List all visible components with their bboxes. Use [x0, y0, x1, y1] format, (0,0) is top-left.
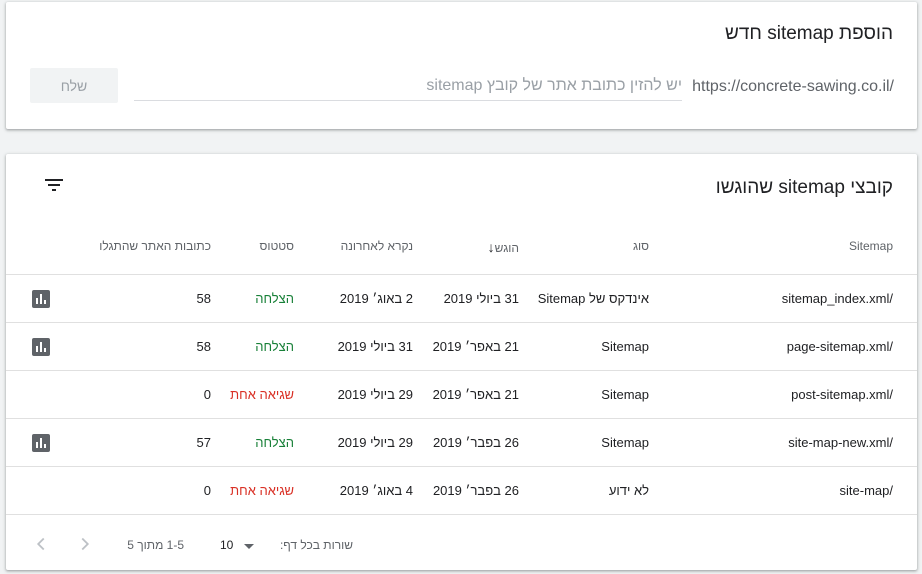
cell-sitemap: /page-sitemap.xml: [786, 339, 893, 354]
cell-sitemap: /sitemap_index.xml: [781, 291, 893, 306]
cell-sitemap: /site-map-new.xml: [788, 435, 893, 450]
submitted-sitemaps-card: קובצי sitemap שהוגשו Sitemap סוג הוגש↓ נ…: [6, 154, 917, 570]
cell-status: הצלחה: [255, 291, 294, 306]
cell-sitemap: /post-sitemap.xml: [791, 387, 893, 402]
cell-last-read: 29 ביולי 2019: [337, 435, 413, 450]
cell-status: שגיאה אחת: [230, 387, 294, 402]
cell-sitemap: /site-map: [839, 483, 893, 498]
cell-type: Sitemap: [601, 339, 649, 354]
filter-icon[interactable]: [42, 173, 66, 197]
rows-per-page-value: 10: [220, 538, 234, 552]
cell-discovered-urls: 58: [196, 291, 211, 306]
add-sitemap-card: הוספת sitemap חדש https://concrete-sawin…: [6, 2, 917, 129]
column-header-submitted-label: הוגש: [494, 241, 519, 255]
add-sitemap-title: הוספת sitemap חדש: [725, 23, 893, 44]
table-row[interactable]: /sitemap_index.xml אינדקס של Sitemap 31 …: [6, 274, 917, 323]
cell-submitted: 26 בפבר׳ 2019: [432, 435, 519, 450]
cell-submitted: 21 באפר׳ 2019: [432, 387, 519, 402]
chevron-right-icon[interactable]: [74, 533, 96, 555]
column-header-status[interactable]: סטטוס: [259, 239, 294, 253]
column-header-last-read[interactable]: נקרא לאחרונה: [341, 239, 413, 253]
submitted-sitemaps-title: קובצי sitemap שהוגשו: [715, 177, 893, 198]
submit-button[interactable]: שלח: [30, 68, 118, 103]
cell-last-read: 4 באוג׳ 2019: [339, 483, 413, 498]
column-header-discovered-urls[interactable]: כתובות האתר שהתגלו: [99, 239, 211, 253]
chevron-left-icon[interactable]: [30, 533, 52, 555]
table-row[interactable]: /site-map-new.xml Sitemap 26 בפבר׳ 2019 …: [6, 418, 917, 467]
table-pagination: שורות בכל דף: 10 1-5 מתוך 5: [6, 514, 917, 571]
cell-submitted: 21 באפר׳ 2019: [432, 339, 519, 354]
cell-last-read: 29 ביולי 2019: [337, 387, 413, 402]
arrow-down-icon: ↓: [487, 239, 495, 255]
sitemap-url-input[interactable]: [134, 71, 682, 101]
cell-status: הצלחה: [255, 339, 294, 354]
cell-last-read: 31 ביולי 2019: [337, 339, 413, 354]
cell-type: Sitemap: [601, 435, 649, 450]
rows-per-page-label: שורות בכל דף:: [279, 538, 353, 552]
cell-discovered-urls: 0: [203, 387, 211, 402]
cell-discovered-urls: 0: [203, 483, 211, 498]
column-header-type[interactable]: סוג: [633, 239, 649, 253]
table-row[interactable]: /page-sitemap.xml Sitemap 21 באפר׳ 2019 …: [6, 322, 917, 371]
cell-status: שגיאה אחת: [230, 483, 294, 498]
url-prefix: https://concrete-sawing.co.il/: [692, 78, 894, 95]
bar-chart-icon[interactable]: [32, 434, 50, 452]
cell-last-read: 2 באוג׳ 2019: [339, 291, 413, 306]
pagination-range: 1-5 מתוך 5: [127, 538, 184, 552]
cell-type: Sitemap: [601, 387, 649, 402]
column-header-submitted[interactable]: הוגש↓: [482, 239, 519, 255]
cell-discovered-urls: 57: [196, 435, 211, 450]
cell-submitted: 31 ביולי 2019: [443, 291, 519, 306]
cell-submitted: 26 בפבר׳ 2019: [432, 483, 519, 498]
bar-chart-icon[interactable]: [32, 338, 50, 356]
cell-type: אינדקס של Sitemap: [537, 291, 649, 306]
column-header-sitemap[interactable]: Sitemap: [849, 239, 893, 253]
cell-type: לא ידוע: [608, 483, 649, 498]
cell-status: הצלחה: [255, 435, 294, 450]
cell-discovered-urls: 58: [196, 339, 211, 354]
bar-chart-icon[interactable]: [32, 290, 50, 308]
rows-per-page-select[interactable]: 10: [220, 533, 254, 555]
table-row[interactable]: /post-sitemap.xml Sitemap 21 באפר׳ 2019 …: [6, 370, 917, 419]
caret-down-icon: [244, 544, 254, 549]
table-row[interactable]: /site-map לא ידוע 26 בפבר׳ 2019 4 באוג׳ …: [6, 466, 917, 515]
